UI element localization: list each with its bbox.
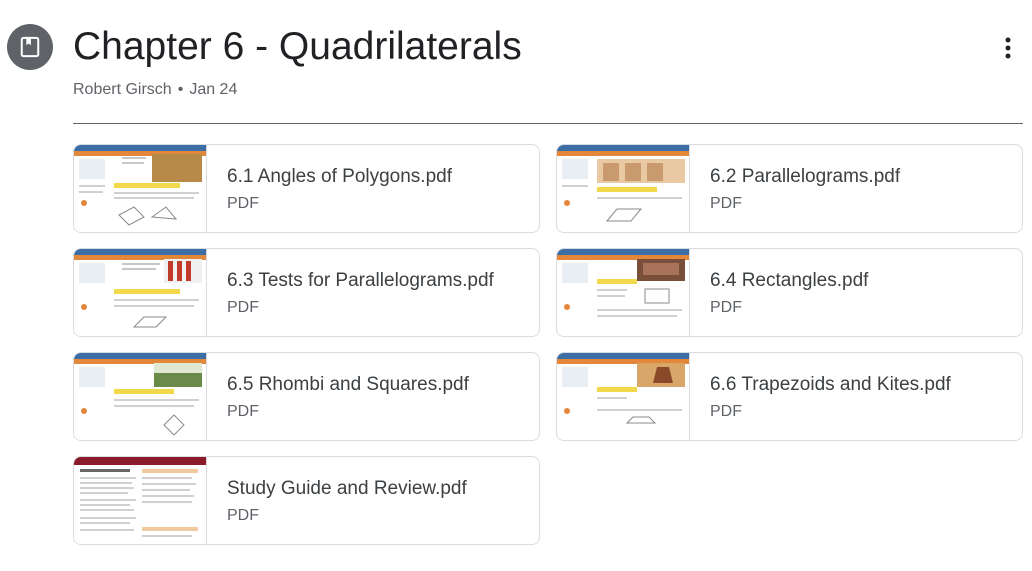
attachment-card[interactable]: 6.1 Angles of Polygons.pdf PDF xyxy=(73,144,540,233)
attachment-card[interactable]: 6.2 Parallelograms.pdf PDF xyxy=(556,144,1023,233)
page-thumbnail xyxy=(74,457,207,544)
author-name: Robert Girsch xyxy=(73,81,172,98)
file-name: 6.6 Trapezoids and Kites.pdf xyxy=(710,374,951,395)
attachment-card[interactable]: 6.4 Rectangles.pdf PDF xyxy=(556,248,1023,337)
more-options-button[interactable] xyxy=(992,32,1024,64)
file-type: PDF xyxy=(227,507,259,524)
post-meta: Robert Girsch • Jan 24 xyxy=(73,80,237,100)
attachment-info: 6.1 Angles of Polygons.pdf PDF xyxy=(207,145,539,232)
meta-separator: • xyxy=(177,81,184,98)
attachment-card[interactable]: 6.6 Trapezoids and Kites.pdf PDF xyxy=(556,352,1023,441)
attachment-info: 6.3 Tests for Parallelograms.pdf PDF xyxy=(207,249,539,336)
file-name: 6.2 Parallelograms.pdf xyxy=(710,166,901,187)
file-name: Study Guide and Review.pdf xyxy=(227,478,467,499)
post-date: Jan 24 xyxy=(189,81,238,98)
attachment-info: 6.2 Parallelograms.pdf PDF xyxy=(690,145,1022,232)
file-type: PDF xyxy=(227,195,259,212)
attachment-info: 6.4 Rectangles.pdf PDF xyxy=(690,249,1022,336)
more-vert-icon xyxy=(1005,37,1011,59)
attachment-card[interactable]: Study Guide and Review.pdf PDF xyxy=(73,456,540,545)
attachment-info: 6.6 Trapezoids and Kites.pdf PDF xyxy=(690,353,1022,440)
page-thumbnail xyxy=(557,145,690,232)
file-type: PDF xyxy=(227,299,259,316)
post-title: Chapter 6 - Quadrilaterals xyxy=(73,25,522,68)
page-thumbnail xyxy=(74,353,207,440)
file-type: PDF xyxy=(710,195,742,212)
header-divider xyxy=(73,123,1023,124)
file-name: 6.3 Tests for Parallelograms.pdf xyxy=(227,270,494,291)
file-type: PDF xyxy=(710,403,742,420)
file-name: 6.5 Rhombi and Squares.pdf xyxy=(227,374,469,395)
attachments-grid: 6.1 Angles of Polygons.pdf PDF 6.2 Paral… xyxy=(73,144,1023,545)
file-type: PDF xyxy=(710,299,742,316)
page-thumbnail xyxy=(557,353,690,440)
file-name: 6.1 Angles of Polygons.pdf xyxy=(227,166,452,187)
page-thumbnail xyxy=(74,249,207,336)
attachment-card[interactable]: 6.5 Rhombi and Squares.pdf PDF xyxy=(73,352,540,441)
file-type: PDF xyxy=(227,403,259,420)
attachment-card[interactable]: 6.3 Tests for Parallelograms.pdf PDF xyxy=(73,248,540,337)
attachment-info: Study Guide and Review.pdf PDF xyxy=(207,457,539,544)
file-name: 6.4 Rectangles.pdf xyxy=(710,270,869,291)
attachment-info: 6.5 Rhombi and Squares.pdf PDF xyxy=(207,353,539,440)
material-icon xyxy=(7,24,53,70)
page-thumbnail xyxy=(74,145,207,232)
page-thumbnail xyxy=(557,249,690,336)
